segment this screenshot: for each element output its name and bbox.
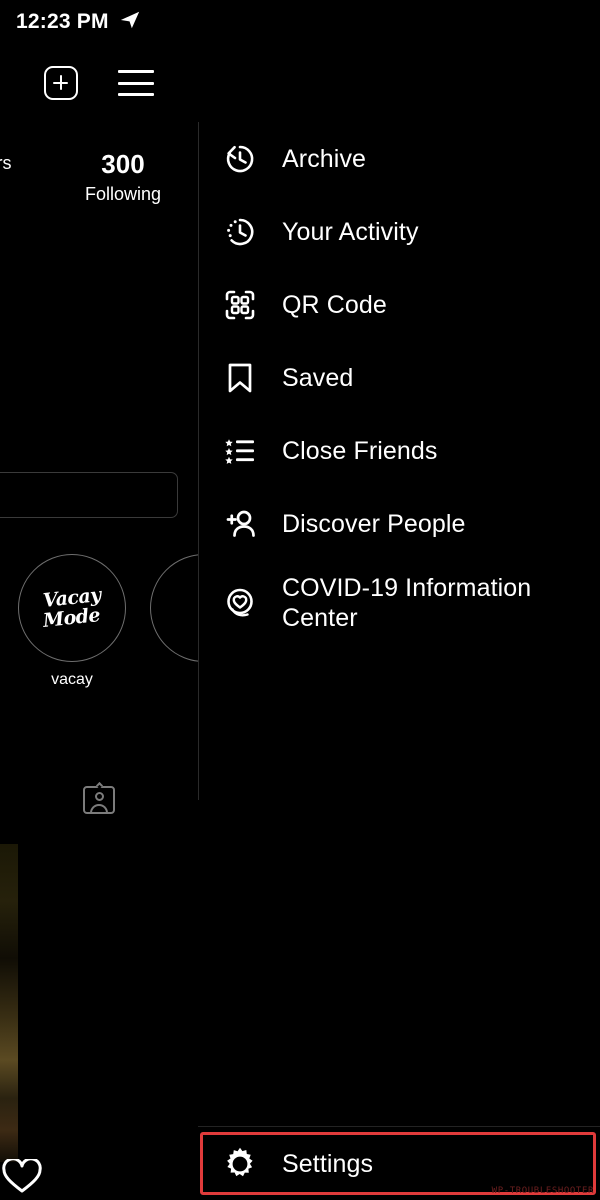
menu-item-discover-people[interactable]: Discover People: [198, 487, 600, 560]
activity-clock-icon: [220, 212, 260, 252]
menu-item-label: Close Friends: [282, 436, 438, 465]
highlight-label: N: [150, 671, 198, 689]
qr-code-icon: [220, 285, 260, 325]
menu-item-qr-code[interactable]: QR Code: [198, 268, 600, 341]
profile-top-actions: [0, 44, 198, 122]
send-icon: [119, 9, 141, 36]
menu-item-label: Saved: [282, 363, 354, 392]
add-post-icon[interactable]: [44, 66, 78, 100]
highlight-cover-line2: Mode: [42, 604, 102, 632]
profile-background: ers 300 Following Vacay Mode vacay: [0, 44, 198, 1200]
menu-item-your-activity[interactable]: Your Activity: [198, 195, 600, 268]
heart-circle-icon: [220, 583, 260, 623]
bottom-navigation: [0, 1149, 198, 1200]
highlight-cover: -: [156, 560, 198, 656]
highlight-vacay[interactable]: Vacay Mode vacay: [18, 554, 126, 689]
menu-item-covid-information-center[interactable]: COVID-19 Information Center: [198, 560, 600, 646]
profile-tabs: [0, 781, 198, 814]
menu-item-label: COVID-19 Information Center: [282, 574, 532, 632]
story-highlights: Vacay Mode vacay - N: [0, 554, 198, 689]
hamburger-menu-icon[interactable]: [118, 70, 154, 96]
menu-item-saved[interactable]: Saved: [198, 341, 600, 414]
settings-label: Settings: [282, 1150, 374, 1178]
profile-stats: ers 300 Following: [0, 149, 198, 209]
gear-icon: [220, 1144, 260, 1184]
highlight-label: vacay: [51, 671, 93, 688]
phone-screen: 12:23 PM 8.9KB/s VOLTE VOLTE: [0, 0, 600, 1200]
highlight-ring: Vacay Mode: [18, 554, 126, 662]
highlight-ring: -: [150, 554, 198, 662]
menu-item-close-friends[interactable]: Close Friends: [198, 414, 600, 487]
stat-following-number: 300: [101, 149, 145, 179]
settings-divider: [198, 1126, 600, 1127]
menu-item-archive[interactable]: Archive: [198, 122, 600, 195]
archive-clock-icon: [220, 139, 260, 179]
bookmark-icon: [220, 358, 260, 398]
stat-followers[interactable]: ers: [0, 149, 20, 209]
status-bar-left: 12:23 PM: [16, 9, 141, 36]
stat-following-label: Following: [84, 184, 162, 205]
drawer-menu: Archive Your Activity QR Code Saved Clos…: [198, 122, 600, 646]
stat-followers-label: ers: [0, 153, 12, 173]
menu-item-label: QR Code: [282, 290, 387, 319]
menu-item-label: Your Activity: [282, 217, 419, 246]
post-grid-thumbnail[interactable]: [0, 844, 18, 1162]
highlight-second[interactable]: - N: [150, 554, 198, 689]
tagged-photos-icon[interactable]: [83, 781, 115, 814]
heart-icon[interactable]: [2, 1157, 42, 1195]
stat-following[interactable]: 300 Following: [48, 149, 198, 209]
edit-profile-button[interactable]: [0, 472, 178, 518]
clock-time: 12:23 PM: [16, 10, 109, 33]
person-add-icon: [220, 504, 260, 544]
watermark: WP-TROUBLESHOOTER: [491, 1186, 594, 1196]
star-list-icon: [220, 431, 260, 471]
highlight-cover: Vacay Mode: [24, 560, 120, 656]
menu-item-label: Discover People: [282, 509, 466, 538]
menu-item-label: Archive: [282, 144, 367, 173]
